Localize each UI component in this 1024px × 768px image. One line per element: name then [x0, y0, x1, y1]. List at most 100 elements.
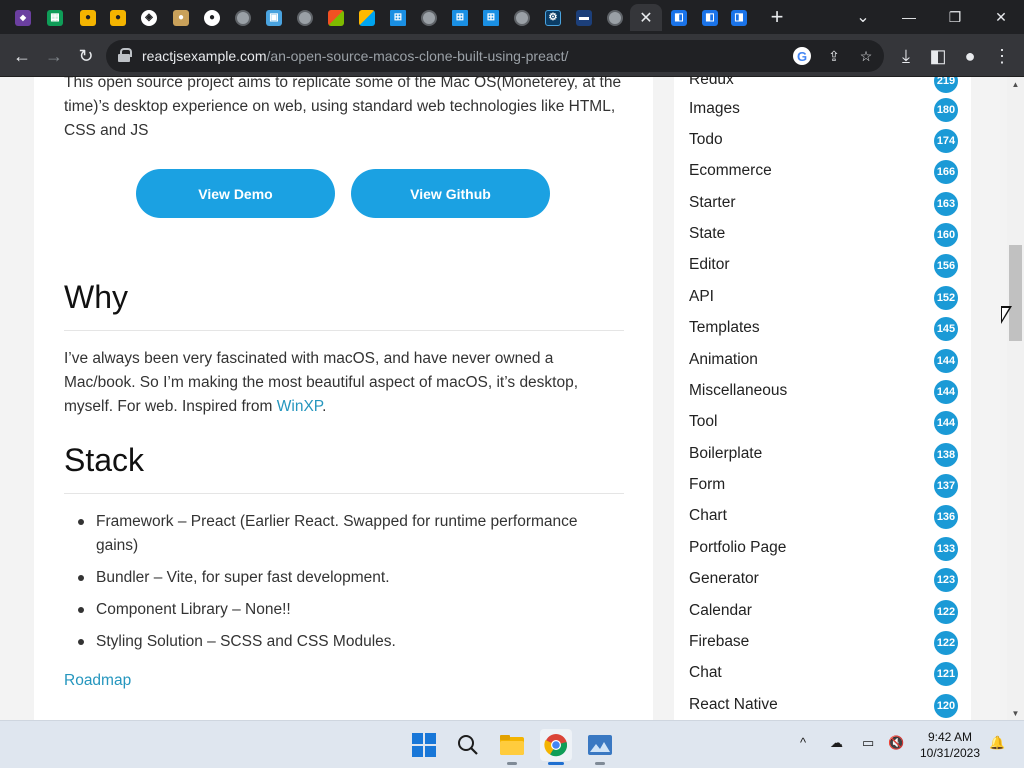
category-label: Chat: [689, 664, 722, 681]
minimize-button[interactable]: —: [886, 0, 932, 34]
view-demo-button[interactable]: View Demo: [136, 169, 335, 218]
category-item[interactable]: Generator 123: [689, 566, 959, 594]
chrome-taskbar-button[interactable]: [540, 729, 572, 765]
tab[interactable]: [352, 4, 382, 31]
category-label: Tool: [689, 413, 718, 430]
category-count: 133: [934, 537, 958, 561]
reload-button[interactable]: ↻: [72, 42, 100, 70]
share-icon[interactable]: ⇪: [824, 46, 844, 66]
menu-icon[interactable]: ⋮: [988, 42, 1016, 70]
search-button[interactable]: [452, 729, 484, 761]
tab[interactable]: ◆: [8, 4, 38, 31]
settings-icon: ⚙: [545, 9, 561, 26]
scroll-down-arrow-icon[interactable]: ▼: [1007, 706, 1024, 720]
restore-button[interactable]: ❐: [932, 0, 978, 34]
category-item[interactable]: Templates 145: [689, 315, 959, 343]
tab[interactable]: ◧: [695, 4, 725, 31]
close-tab-icon[interactable]: ✕: [639, 8, 652, 28]
star-icon[interactable]: ☆: [856, 46, 876, 66]
category-item[interactable]: Ecommerce 166: [689, 158, 959, 186]
tab[interactable]: ▦: [40, 4, 70, 31]
tab-search-icon[interactable]: ⌄: [840, 0, 886, 34]
category-item[interactable]: Miscellaneous 144: [689, 378, 959, 406]
photos-taskbar-button[interactable]: [584, 729, 616, 765]
category-count: 136: [934, 505, 958, 529]
tab[interactable]: ⊞: [445, 4, 475, 31]
tab[interactable]: ⊞: [383, 4, 413, 31]
profile-icon[interactable]: ●: [956, 42, 984, 70]
roadmap-link[interactable]: Roadmap: [64, 672, 131, 690]
show-hidden-icons-button[interactable]: ^: [800, 735, 806, 750]
side-panel-icon[interactable]: ◧: [924, 42, 952, 70]
address-bar[interactable]: reactjsexample.com/an-open-source-macos-…: [106, 40, 884, 72]
category-item[interactable]: Animation 144: [689, 347, 959, 375]
category-item[interactable]: Form 137: [689, 472, 959, 500]
google-lens-icon[interactable]: G: [793, 47, 811, 65]
tab[interactable]: ▣: [259, 4, 289, 31]
display-icon[interactable]: ▭: [862, 735, 874, 751]
tab[interactable]: ◨: [724, 4, 754, 31]
category-item[interactable]: Editor 156: [689, 252, 959, 280]
tab[interactable]: ●: [197, 4, 227, 31]
volume-muted-icon[interactable]: 🔇: [888, 735, 904, 751]
start-button[interactable]: [408, 729, 440, 761]
category-item[interactable]: API 152: [689, 284, 959, 312]
system-clock[interactable]: 9:42 AM 10/31/2023: [914, 729, 986, 761]
tab-active[interactable]: ✕: [630, 4, 662, 31]
tab[interactable]: [600, 4, 630, 31]
tab[interactable]: [507, 4, 537, 31]
view-github-button[interactable]: View Github: [351, 169, 550, 218]
tab[interactable]: [290, 4, 320, 31]
category-item[interactable]: Chat 121: [689, 660, 959, 688]
category-count: 122: [934, 600, 958, 624]
category-item[interactable]: Starter 163: [689, 190, 959, 218]
category-item[interactable]: State 160: [689, 221, 959, 249]
category-item[interactable]: Images 180: [689, 96, 959, 124]
url-text[interactable]: reactjsexample.com/an-open-source-macos-…: [142, 48, 568, 64]
file-explorer-button[interactable]: [496, 729, 528, 765]
download-icon[interactable]: ⤓: [892, 42, 920, 70]
forward-button[interactable]: →: [40, 42, 68, 70]
tab[interactable]: ◈: [134, 4, 164, 31]
category-item[interactable]: Boilerplate 138: [689, 441, 959, 469]
page-scrollbar[interactable]: ▲ ▼: [1007, 77, 1024, 720]
tab[interactable]: [228, 4, 258, 31]
lock-icon[interactable]: [118, 48, 132, 62]
tab[interactable]: ▬: [569, 4, 599, 31]
category-item[interactable]: Portfolio Page 133: [689, 535, 959, 563]
category-item[interactable]: Calendar 122: [689, 598, 959, 626]
puzzle-icon: ◆: [15, 9, 31, 26]
tab[interactable]: ⚙: [538, 4, 568, 31]
category-label: Templates: [689, 319, 760, 336]
close-window-button[interactable]: ✕: [978, 0, 1024, 34]
tab[interactable]: ◧: [664, 4, 694, 31]
onedrive-icon[interactable]: ☁: [830, 735, 843, 751]
tab[interactable]: ●: [73, 4, 103, 31]
url-domain: reactjsexample.com: [142, 48, 267, 64]
notification-bell-icon[interactable]: 🔔: [989, 735, 1005, 751]
category-item[interactable]: Tool 144: [689, 409, 959, 437]
tab[interactable]: [321, 4, 351, 31]
category-item[interactable]: Redux 219: [689, 77, 959, 95]
globe-icon: [297, 9, 313, 26]
category-item[interactable]: React Native 120: [689, 692, 959, 720]
category-item[interactable]: Chart 136: [689, 503, 959, 531]
scrollbar-thumb[interactable]: [1009, 245, 1022, 341]
list-item: Framework – Preact (Earlier React. Swapp…: [64, 510, 624, 558]
new-tab-button[interactable]: +: [764, 5, 790, 29]
tab[interactable]: [414, 4, 444, 31]
category-item[interactable]: Todo 174: [689, 127, 959, 155]
scroll-up-arrow-icon[interactable]: ▲: [1007, 77, 1024, 91]
back-button[interactable]: ←: [8, 42, 36, 70]
list-item: Styling Solution – SCSS and CSS Modules.: [64, 630, 624, 654]
winxp-link[interactable]: WinXP: [277, 398, 322, 415]
category-label: API: [689, 288, 714, 305]
category-label: React Native: [689, 696, 778, 713]
running-indicator: [507, 762, 517, 765]
category-item[interactable]: Firebase 122: [689, 629, 959, 657]
tab[interactable]: ⊞: [476, 4, 506, 31]
tab[interactable]: ●: [103, 4, 133, 31]
category-count: 156: [934, 254, 958, 278]
globe-icon: [514, 9, 530, 26]
tab[interactable]: ●: [166, 4, 196, 31]
